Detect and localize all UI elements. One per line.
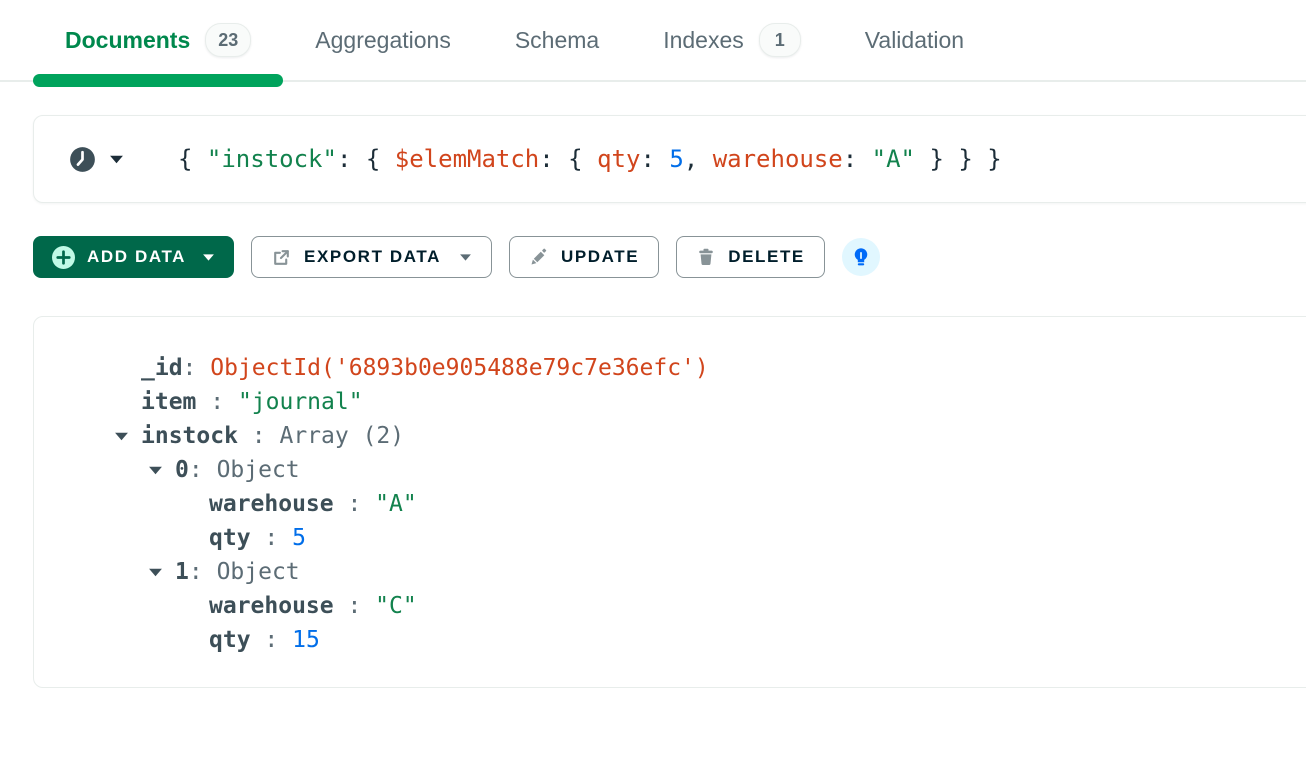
chevron-down-icon (459, 253, 472, 262)
field-value: Object (217, 555, 300, 589)
add-data-label: ADD DATA (87, 247, 186, 267)
field-separator: : (196, 385, 238, 419)
tab-count-badge: 23 (205, 23, 251, 57)
export-icon (271, 247, 292, 268)
field-separator: : (334, 589, 376, 623)
expand-caret-icon[interactable] (148, 567, 175, 578)
field-key: 1 (175, 555, 189, 589)
document-field-row: item : "journal" (34, 385, 1306, 419)
tab-aggregations[interactable]: Aggregations (283, 0, 483, 80)
tab-schema[interactable]: Schema (483, 0, 631, 80)
update-label: UPDATE (561, 247, 639, 267)
add-data-button[interactable]: ADD DATA (33, 236, 234, 278)
delete-button[interactable]: DELETE (676, 236, 825, 278)
document-field-row: warehouse : "C" (34, 589, 1306, 623)
document-field-row: 0: Object (34, 453, 1306, 487)
chevron-down-icon (202, 253, 215, 262)
plus-circle-icon (52, 246, 75, 269)
field-key: qty (209, 623, 251, 657)
field-key: warehouse (209, 487, 334, 521)
field-separator: : (189, 555, 217, 589)
document-field-row: qty : 5 (34, 521, 1306, 555)
document-field-row: 1: Object (34, 555, 1306, 589)
field-separator: : (238, 419, 280, 453)
field-separator: : (189, 453, 217, 487)
field-key: warehouse (209, 589, 334, 623)
document-field-row: warehouse : "A" (34, 487, 1306, 521)
update-button[interactable]: UPDATE (509, 236, 659, 278)
clock-icon (69, 146, 96, 173)
document-card: _id: ObjectId('6893b0e905488e79c7e36efc'… (33, 316, 1306, 688)
tab-label: Indexes (663, 27, 744, 54)
query-bar: { "instock": { $elemMatch: { qty: 5, war… (33, 115, 1306, 203)
document-field-row: qty : 15 (34, 623, 1306, 657)
trash-icon (696, 247, 716, 267)
tab-validation[interactable]: Validation (833, 0, 996, 80)
chevron-down-icon (109, 154, 124, 165)
field-key: instock (141, 419, 238, 453)
field-key: _id (141, 351, 183, 385)
delete-label: DELETE (728, 247, 805, 267)
query-history-button[interactable] (69, 146, 124, 173)
field-value: Object (217, 453, 300, 487)
query-input[interactable]: { "instock": { $elemMatch: { qty: 5, war… (178, 145, 1002, 173)
tab-label: Validation (865, 27, 964, 54)
field-value: "C" (375, 589, 417, 623)
tab-documents[interactable]: Documents 23 (33, 0, 283, 80)
field-key: item (141, 385, 196, 419)
field-key: 0 (175, 453, 189, 487)
collection-tabbar: Documents 23 Aggregations Schema Indexes… (0, 0, 1306, 82)
export-data-button[interactable]: EXPORT DATA (251, 236, 492, 278)
expand-caret-icon[interactable] (148, 465, 175, 476)
tab-count-badge: 1 (759, 23, 801, 57)
document-field-row: _id: ObjectId('6893b0e905488e79c7e36efc'… (34, 351, 1306, 385)
field-key: qty (209, 521, 251, 555)
lightbulb-icon (850, 246, 872, 268)
insights-button[interactable] (842, 238, 880, 276)
field-separator: : (251, 521, 293, 555)
tab-indexes[interactable]: Indexes 1 (631, 0, 833, 80)
field-separator: : (251, 623, 293, 657)
export-data-label: EXPORT DATA (304, 247, 441, 267)
tab-label: Documents (65, 27, 190, 54)
crud-toolbar: ADD DATA EXPORT DATA UPDATE (33, 236, 1306, 278)
field-value: Array (2) (279, 419, 404, 453)
field-value: ObjectId('6893b0e905488e79c7e36efc') (210, 351, 709, 385)
tab-label: Aggregations (315, 27, 451, 54)
document-field-row: instock : Array (2) (34, 419, 1306, 453)
pencil-icon (529, 247, 549, 267)
tab-label: Schema (515, 27, 599, 54)
field-value: "A" (375, 487, 417, 521)
field-value: 5 (292, 521, 306, 555)
field-value: "journal" (238, 385, 363, 419)
expand-caret-icon[interactable] (114, 431, 141, 442)
field-value: 15 (292, 623, 320, 657)
field-separator: : (183, 351, 211, 385)
field-separator: : (334, 487, 376, 521)
